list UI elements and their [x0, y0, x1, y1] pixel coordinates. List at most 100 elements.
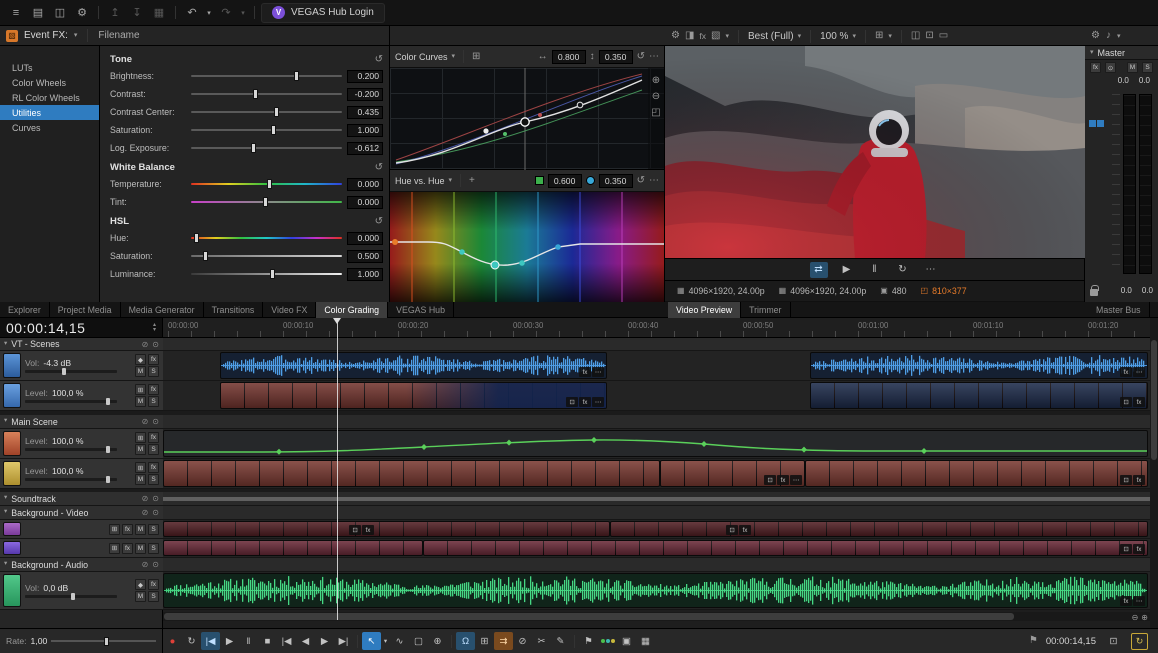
color-curve-editor[interactable]: ⊕ ⊖ ◰ [390, 68, 664, 170]
group-solo-icon[interactable]: ⊙ [152, 494, 159, 503]
loop-region-button[interactable]: ↻ [1131, 633, 1148, 650]
tab-trimmer[interactable]: Trimmer [741, 302, 790, 318]
contrast-center-slider[interactable] [191, 106, 342, 118]
save-project-icon[interactable]: ◫ [50, 3, 70, 23]
solo-button[interactable]: S [148, 366, 159, 377]
brightness-value[interactable]: 0.200 [347, 70, 383, 83]
curve-x-value[interactable]: 0.800 [552, 50, 586, 64]
overlay-dropdown-icon[interactable]: ▾ [888, 33, 892, 40]
volume-slider[interactable] [25, 370, 117, 373]
rate-slider[interactable] [51, 640, 156, 642]
loop-playback-button[interactable]: ↻ [182, 632, 201, 650]
event-more-button[interactable]: ⋯ [1133, 367, 1145, 377]
contrast-center-value[interactable]: 0.435 [347, 106, 383, 119]
transport-timecode[interactable]: 00:00:14,15 [1046, 636, 1096, 647]
compositing-icon[interactable]: ⊞ [135, 462, 146, 473]
record-button[interactable]: ● [163, 632, 182, 650]
track-color-chip[interactable] [3, 522, 21, 536]
master-mute-button[interactable]: M [1127, 62, 1138, 73]
curve-grid-icon[interactable]: ⊞ [472, 52, 480, 62]
event-crop-button[interactable]: ⊡ [764, 475, 776, 485]
event-fx-button[interactable]: fx [777, 475, 789, 485]
timeline-zoom-in-icon[interactable]: ⊕ [1141, 613, 1148, 622]
brightness-slider[interactable] [191, 70, 342, 82]
solo-button[interactable]: S [148, 396, 159, 407]
bypass-fx-icon[interactable]: ▧ [711, 31, 720, 41]
luminance-slider[interactable] [191, 268, 342, 280]
sidebar-item-color-wheels[interactable]: Color Wheels [0, 75, 99, 90]
split-event-button[interactable]: ✂ [532, 632, 551, 650]
snapping-button[interactable]: Ω [456, 632, 475, 650]
video-fx-icon[interactable]: fx [699, 32, 706, 41]
new-project-icon[interactable]: ▤ [28, 3, 48, 23]
track-header-audio-2[interactable]: Vol:0,0 dB ◆ fx M S [0, 572, 163, 610]
zoom-in-icon[interactable]: ⊕ [652, 76, 660, 86]
track-header-video-3[interactable]: Level:100,0 % ⊞ fx M S [0, 459, 163, 489]
track-color-chip[interactable] [3, 383, 21, 408]
hue-vs-hue-editor[interactable] [390, 192, 664, 302]
track-header-video-1[interactable]: Level:100,0 % ⊞ fx M S [0, 381, 163, 411]
event-fx-button[interactable]: fx [1120, 596, 1132, 606]
preview-mode-dropdown-icon[interactable]: ▾ [726, 33, 730, 40]
collapsed-event[interactable] [163, 497, 1150, 501]
reset-icon[interactable]: ↺ [637, 176, 645, 186]
tint-slider[interactable] [191, 196, 342, 208]
video-event[interactable]: ⊡fx⋯ [660, 460, 805, 487]
solo-button[interactable]: S [148, 591, 159, 602]
timeline-zoom-out-icon[interactable]: ⊖ [1132, 613, 1139, 622]
normal-edit-tool-button[interactable]: ↖ [362, 632, 381, 650]
sync-cursor-icon[interactable]: ⇄ [810, 262, 828, 278]
temperature-value[interactable]: 0.000 [347, 178, 383, 191]
preview-quality-dropdown[interactable]: Best (Full) ▾ [748, 31, 801, 42]
event-fx-button[interactable]: fx [1120, 367, 1132, 377]
group-mute-icon[interactable]: ⊘ [142, 417, 149, 426]
track-fx-button[interactable]: fx [148, 354, 159, 365]
audio-event[interactable]: fx⋯ [163, 573, 1148, 608]
event-crop-button[interactable]: ⊡ [566, 397, 578, 407]
meter-right[interactable] [1139, 94, 1152, 274]
event-crop-button[interactable]: ⊡ [349, 525, 361, 535]
mute-button[interactable]: M [135, 366, 146, 377]
more-options-icon[interactable]: ⋯ [649, 176, 659, 186]
event-crop-button[interactable]: ⊡ [1120, 475, 1132, 485]
pencil-tool-button[interactable]: ✎ [551, 632, 570, 650]
collapse-icon[interactable]: ▾ [4, 561, 7, 568]
event-detection-button[interactable]: ▦ [636, 632, 655, 650]
mute-button[interactable]: M [135, 524, 146, 535]
level-value[interactable]: 100,0 % [52, 388, 84, 398]
video-event[interactable] [163, 460, 660, 487]
go-to-end-button[interactable]: ▶| [334, 632, 353, 650]
tab-media-generator[interactable]: Media Generator [121, 302, 204, 318]
track-color-chip[interactable] [3, 541, 21, 555]
video-event[interactable]: ⊡fx [610, 521, 1148, 537]
event-fx-button[interactable]: fx [1133, 544, 1145, 554]
event-fx-button[interactable]: fx [1133, 397, 1145, 407]
go-to-start-button[interactable]: |◀ [277, 632, 296, 650]
volume-slider[interactable] [25, 595, 117, 598]
group-solo-icon[interactable]: ⊙ [152, 340, 159, 349]
audio-event[interactable]: fx⋯ [810, 352, 1148, 379]
level-value[interactable]: 100,0 % [52, 466, 84, 476]
rate-value[interactable]: 1,00 [31, 636, 48, 646]
event-fx-button[interactable]: fx [579, 397, 591, 407]
grid-overlay-icon[interactable]: ⊞ [875, 31, 883, 41]
group-solo-icon[interactable]: ⊙ [152, 508, 159, 517]
audio-event[interactable]: fx⋯ [220, 352, 607, 379]
event-more-button[interactable]: ⋯ [592, 367, 604, 377]
solo-button[interactable]: S [148, 444, 159, 455]
hsl-saturation-slider[interactable] [191, 250, 342, 262]
sidebar-item-utilities[interactable]: Utilities [0, 105, 99, 120]
curves-dropdown-icon[interactable]: ▾ [452, 53, 456, 60]
compositing-icon[interactable]: ⊞ [135, 432, 146, 443]
event-crop-button[interactable]: ⊡ [1120, 544, 1132, 554]
event-fx-button[interactable]: fx [362, 525, 374, 535]
preview-pause-button[interactable]: ‖ [866, 262, 884, 278]
playhead-marker[interactable] [333, 318, 341, 324]
timecode-options-icon[interactable]: ⊡ [1104, 632, 1123, 650]
insert-marker-button[interactable]: ⚑ [579, 632, 598, 650]
add-point-icon[interactable]: + [469, 176, 475, 186]
preview-settings-gear-icon[interactable]: ⚙ [671, 31, 680, 41]
upload-icon[interactable]: ↥ [105, 3, 125, 23]
mute-button[interactable]: M [135, 543, 146, 554]
hsl-saturation-value[interactable]: 0.500 [347, 250, 383, 263]
